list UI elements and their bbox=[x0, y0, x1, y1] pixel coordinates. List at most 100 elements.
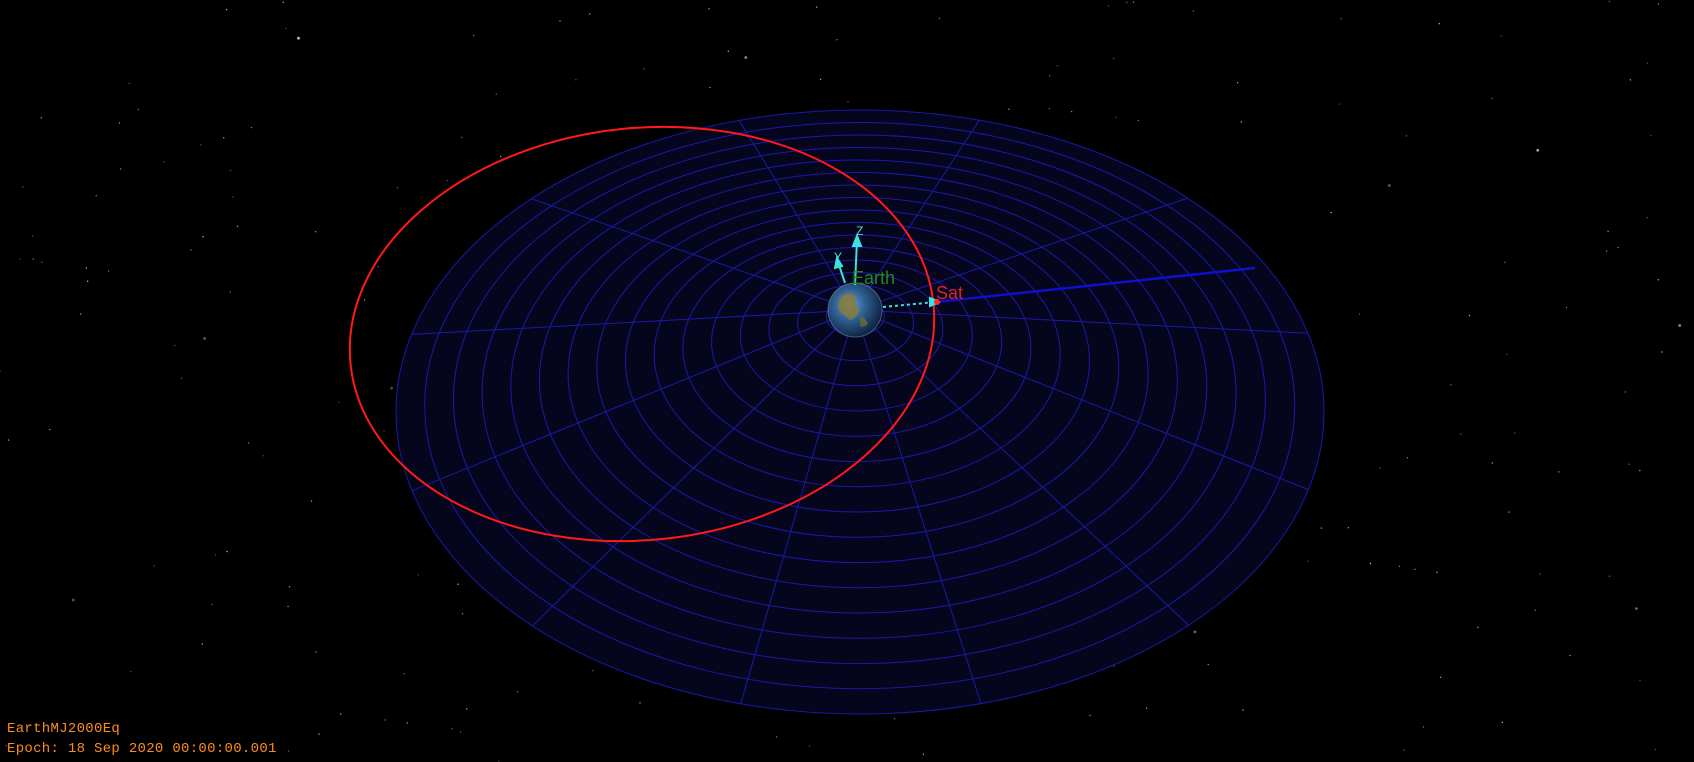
star bbox=[1646, 216, 1648, 219]
star bbox=[775, 736, 778, 738]
star bbox=[340, 713, 342, 715]
star bbox=[318, 733, 320, 735]
star bbox=[816, 6, 818, 8]
star bbox=[1569, 654, 1571, 657]
star bbox=[1132, 1, 1135, 3]
star bbox=[1477, 626, 1479, 629]
star bbox=[1406, 457, 1409, 459]
star bbox=[1501, 721, 1504, 724]
star bbox=[500, 155, 502, 158]
star bbox=[1240, 121, 1243, 123]
star bbox=[1657, 279, 1660, 281]
star bbox=[1617, 246, 1619, 249]
star bbox=[461, 136, 463, 139]
star bbox=[226, 550, 228, 553]
star bbox=[363, 299, 366, 301]
star bbox=[1491, 462, 1494, 464]
star bbox=[287, 750, 290, 752]
star bbox=[384, 719, 386, 721]
earth-globe[interactable] bbox=[827, 282, 883, 338]
star bbox=[32, 258, 34, 260]
star bbox=[153, 565, 155, 567]
star bbox=[575, 79, 577, 81]
star bbox=[1565, 306, 1568, 309]
star bbox=[1115, 116, 1117, 119]
star bbox=[893, 718, 896, 720]
star bbox=[1450, 384, 1452, 386]
star bbox=[285, 27, 287, 30]
star bbox=[22, 186, 24, 188]
star bbox=[200, 144, 202, 146]
star bbox=[1624, 391, 1627, 393]
earth-label: Earth bbox=[852, 268, 896, 288]
star bbox=[377, 266, 379, 268]
star bbox=[1008, 108, 1010, 110]
star bbox=[282, 1, 284, 3]
star bbox=[1629, 79, 1632, 81]
star bbox=[1628, 463, 1630, 465]
star bbox=[1468, 314, 1471, 317]
star bbox=[49, 428, 51, 431]
star bbox=[1193, 630, 1197, 634]
star bbox=[589, 13, 591, 15]
star bbox=[314, 231, 317, 233]
star bbox=[592, 670, 594, 672]
star bbox=[190, 249, 192, 251]
star bbox=[819, 78, 822, 81]
star bbox=[1539, 573, 1541, 575]
star bbox=[1508, 511, 1510, 513]
star bbox=[1048, 75, 1051, 77]
star bbox=[1657, 3, 1660, 5]
star bbox=[559, 20, 561, 22]
star bbox=[708, 8, 710, 10]
star bbox=[1422, 726, 1425, 728]
star bbox=[1650, 134, 1652, 137]
star bbox=[1534, 609, 1537, 611]
star bbox=[1639, 680, 1641, 682]
star bbox=[1439, 676, 1442, 678]
star bbox=[201, 643, 203, 645]
star bbox=[1236, 82, 1239, 84]
star bbox=[0, 370, 1, 372]
star bbox=[1436, 571, 1438, 573]
star bbox=[836, 39, 838, 41]
star bbox=[1207, 663, 1209, 666]
coordinate-system-readout: EarthMJ2000Eq bbox=[7, 721, 121, 737]
star bbox=[1414, 568, 1416, 570]
star bbox=[7, 439, 10, 441]
star bbox=[1661, 351, 1663, 353]
star bbox=[236, 225, 239, 227]
star bbox=[1048, 107, 1051, 110]
star bbox=[498, 760, 500, 762]
star bbox=[247, 442, 250, 444]
star bbox=[287, 605, 289, 608]
star bbox=[130, 670, 132, 673]
star bbox=[223, 137, 225, 139]
star bbox=[396, 187, 399, 189]
star bbox=[1358, 313, 1361, 315]
star bbox=[229, 169, 232, 172]
star bbox=[1379, 467, 1381, 469]
star bbox=[202, 236, 204, 238]
star bbox=[1192, 10, 1195, 12]
star bbox=[1320, 527, 1323, 529]
3d-view[interactable]: Z Y Earth Sat EarthMJ2000Eq Epoch: 18 Se… bbox=[0, 0, 1694, 762]
star bbox=[1558, 471, 1560, 473]
star bbox=[1608, 575, 1611, 577]
star bbox=[1338, 103, 1340, 105]
star bbox=[232, 196, 234, 198]
star bbox=[80, 313, 82, 315]
star bbox=[1460, 433, 1462, 435]
star bbox=[229, 291, 232, 293]
star bbox=[1113, 57, 1115, 60]
star bbox=[709, 86, 711, 89]
star bbox=[1398, 565, 1401, 567]
star bbox=[1607, 230, 1609, 232]
star bbox=[390, 386, 393, 390]
star bbox=[406, 722, 409, 724]
star bbox=[1514, 432, 1516, 434]
star bbox=[225, 9, 228, 11]
star bbox=[1536, 148, 1540, 152]
orbit-scene[interactable] bbox=[0, 0, 1694, 762]
star bbox=[446, 179, 448, 182]
